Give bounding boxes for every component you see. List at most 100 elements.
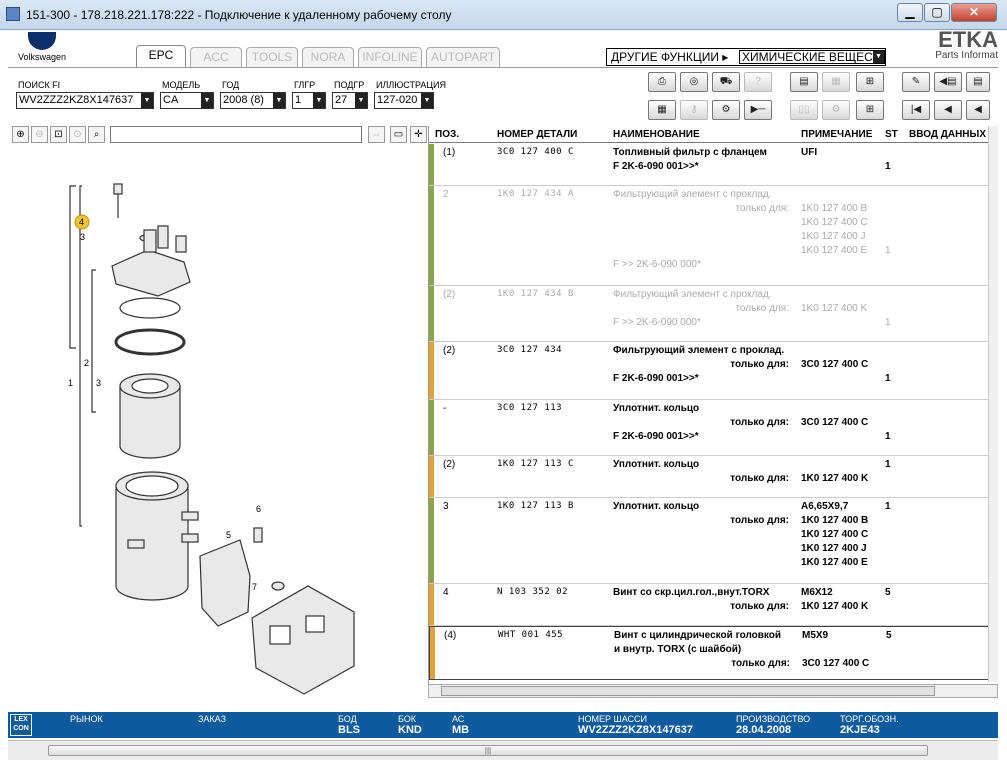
parts-icon[interactable]: ⚙ [822,100,850,120]
chevron-down-icon[interactable]: ▼ [313,93,325,108]
layout-icon[interactable]: ▭ [390,126,407,143]
row-marker [429,186,434,285]
vin-select[interactable]: WV2ZZZ2KZ8X147637 ▼ [16,92,154,109]
tab-infoline[interactable]: INFOLINE [358,47,422,67]
zoom-in-icon[interactable]: ⊕ [12,126,29,143]
pin-icon[interactable]: ✎ [902,72,930,92]
chevron-down-icon[interactable]: ▼ [201,93,213,108]
basket-icon[interactable]: ⊞ [856,100,884,120]
callout-2: 2 [84,358,89,368]
year-select[interactable]: 2008 (8) ▼ [220,92,286,109]
subgroup-select[interactable]: 27 ▼ [332,92,368,109]
key-icon[interactable]: ⚷ [680,100,708,120]
bod-label: БОД [338,714,357,724]
model-label: МОДЕЛЬ [162,80,201,90]
cart-icon[interactable]: ⊞ [856,72,884,92]
title-bar: 151-300 - 178.218.221.178:222 - Подключе… [0,0,1007,30]
lexcom-logo: LEX CON [10,714,32,736]
group-select[interactable]: 1 ▼ [292,92,326,109]
split-icon[interactable]: ✛ [410,126,427,143]
kpp-label: БОК [398,714,417,724]
prev-icon[interactable]: ◀ [934,100,962,120]
header-input: ВВОД ДАННЫХ [909,129,986,140]
tab-nora[interactable]: NORA [302,47,354,67]
etka-app: Volkswagen EPC ACC TOOLS NORA INFOLINE A… [8,29,998,762]
first-icon[interactable]: |◀ [902,100,930,120]
chevron-down-icon[interactable]: ▼ [273,93,285,108]
brand-logo: Volkswagen [12,32,72,62]
export-icon[interactable]: ▤ [966,72,990,92]
group-label: ГЛГР [294,80,316,90]
model-select[interactable]: CA ▼ [160,92,214,109]
link-icon[interactable]: ⇔ [368,126,385,143]
table-vertical-scrollbar[interactable] [988,126,998,682]
table-row[interactable]: - 3C0 127 113 Уплотнит. кольцо только дл… [429,400,998,456]
engine-icon[interactable]: ⚙ [712,100,740,120]
header-name: НАИМЕНОВАНИЕ [613,129,700,140]
tab-epc[interactable]: EPC [136,45,186,67]
scroll-thumb[interactable]: ||| [48,745,928,756]
illustration-select[interactable]: 127-020 ▼ [374,92,434,109]
minimize-button[interactable]: ▁ [897,3,923,22]
table-row[interactable]: (2) 1K0 127 434 B Фильтрующий элемент с … [429,286,998,342]
ac-value: MB [452,724,470,736]
scroll-thumb[interactable] [441,686,935,696]
table-row[interactable]: 4 N 103 352 02 Винт со скр.цил.гол.,внут… [429,584,998,626]
callout-4: 4 [79,217,84,227]
chevron-down-icon[interactable]: ▼ [141,93,153,108]
brand-name: Volkswagen [17,52,67,62]
chassis-label: НОМЕР ШАССИ [578,714,648,724]
trade-label: ТОРГ.ОБОЗН. [840,714,899,724]
play-icon[interactable]: ▶─ [744,100,772,120]
header-note: ПРИМЕЧАНИЕ [801,129,873,140]
zoom-area-icon[interactable]: ⊙ [69,126,86,143]
window-title: 151-300 - 178.218.221.178:222 - Подключе… [26,8,452,22]
help-icon[interactable]: ? [744,72,772,92]
maximize-button[interactable]: ▢ [924,3,950,22]
next-icon[interactable]: ◀ [966,100,990,120]
image-search-input[interactable] [110,126,362,143]
tab-tools[interactable]: TOOLS [246,47,298,67]
zoom-fit-icon[interactable]: ⊡ [50,126,67,143]
order-label: ЗАКАЗ [198,714,227,724]
tab-autopart[interactable]: AUTOPART [426,47,500,67]
chevron-down-icon[interactable]: ▼ [421,93,433,108]
table-row[interactable]: 3 1K0 127 113 B Уплотнит. кольцо A6,65X9… [429,498,998,584]
cd-icon[interactable]: ◎ [680,72,708,92]
table-row[interactable]: (2) 3C0 127 434 Фильтрующий элемент с пр… [429,342,998,400]
vehicle-icon[interactable]: ⛟ [712,72,740,92]
ac-label: АС [452,714,465,724]
close-button[interactable]: ✕ [951,3,997,22]
table-row[interactable]: (4) WHT 001 455 Винт с цилиндрической го… [429,626,998,680]
print-icon[interactable]: ⎙ [648,72,676,92]
table-horizontal-scrollbar[interactable] [428,684,998,698]
kpp-value: KND [398,724,422,736]
chassis-value: WV2ZZZ2KZ8X147637 [578,724,693,736]
parts-illustration[interactable]: 4 3 1 2 3 5 6 7 [8,146,426,706]
zoom-out-icon[interactable]: ⊖ [31,126,48,143]
window-horizontal-scrollbar[interactable]: ||| [8,740,998,760]
other-functions-label: ДРУГИЕ ФУНКЦИИ ▸ [611,50,729,64]
depot-icon[interactable]: ▦ [822,72,850,92]
other-functions[interactable]: ДРУГИЕ ФУНКЦИИ ▸ ХИМИЧЕСКИЕ ВЕЩЕС ▼ [606,48,886,66]
chevron-down-icon[interactable]: ▼ [355,93,367,108]
table-row[interactable]: 2 1K0 127 434 A Фильтрующий элемент с пр… [429,186,998,286]
compare-icon[interactable]: ▯▯ [790,100,818,120]
trade-value: 2KJE43 [840,724,880,736]
row-marker [429,342,434,399]
callout-7: 7 [252,582,257,592]
vw-logo-icon [28,32,56,50]
tab-acc[interactable]: ACC [190,47,242,67]
table-row[interactable]: (1) 3C0 127 400 C Топливный фильтр с фла… [429,144,998,186]
back-list-icon[interactable]: ◀▤ [934,72,962,92]
elsa-icon[interactable]: ▤ [790,72,818,92]
header-number: НОМЕР ДЕТАЛИ [497,129,578,140]
row-marker [429,498,434,583]
other-functions-select[interactable]: ХИМИЧЕСКИЕ ВЕЩЕС [739,50,885,64]
chevron-down-icon[interactable]: ▼ [873,51,884,63]
search-icon[interactable]: ⌕ [88,126,105,143]
subgroup-label: ПОДГР [334,80,365,90]
table-header: ПОЗ. НОМЕР ДЕТАЛИ НАИМЕНОВАНИЕ ПРИМЕЧАНИ… [429,126,998,143]
keyboard-icon[interactable]: ▦ [648,100,676,120]
table-row[interactable]: (2) 1K0 127 113 C Уплотнит. кольцо тольк… [429,456,998,498]
